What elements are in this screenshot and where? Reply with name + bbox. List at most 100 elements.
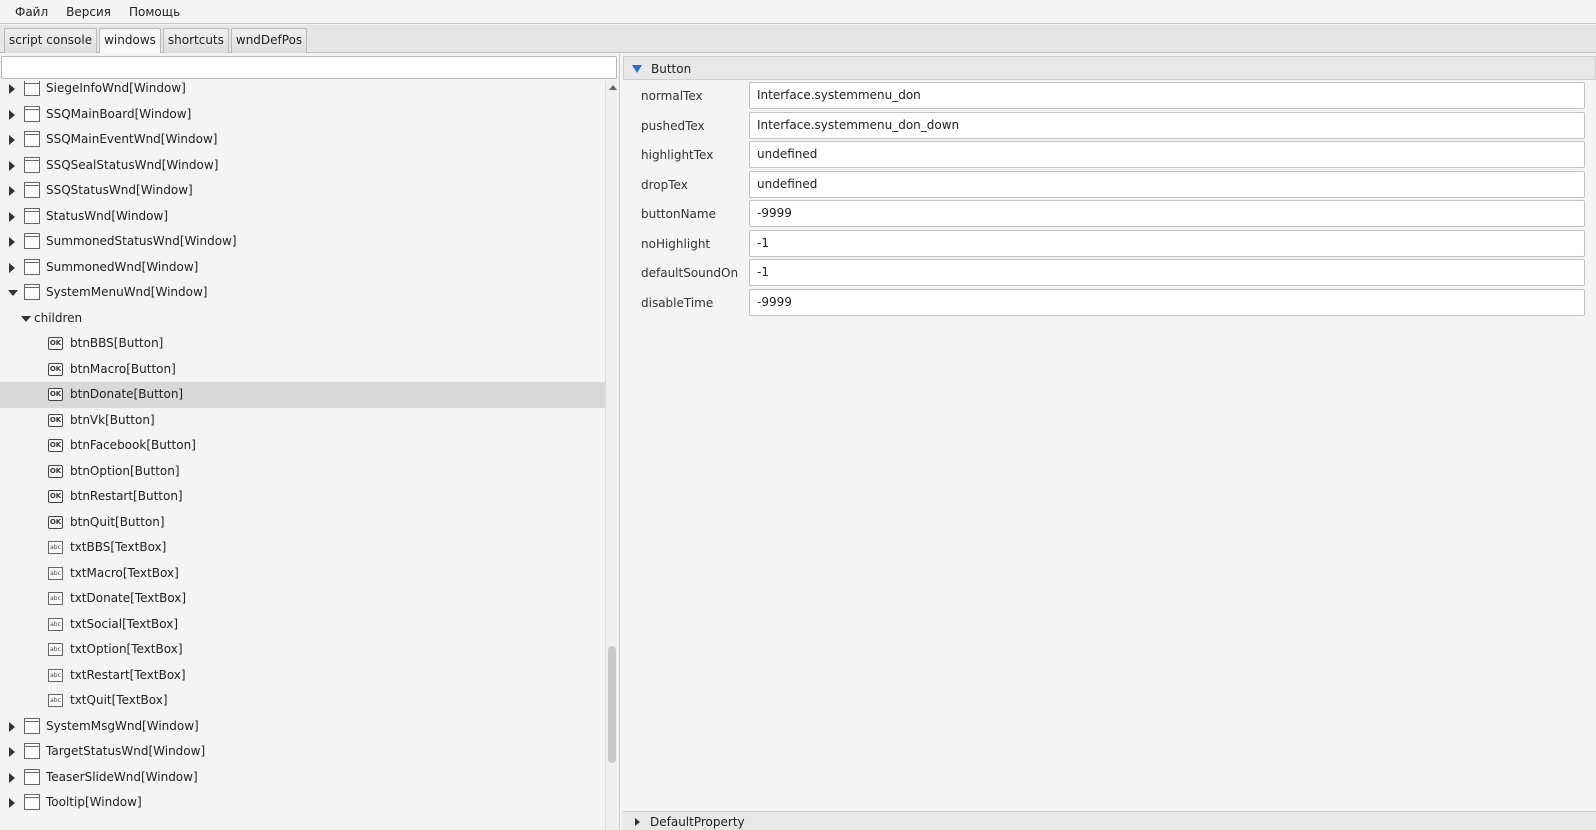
tree-row[interactable]: abc txtDonate[TextBox] xyxy=(0,586,605,612)
expanded-arrow-icon[interactable] xyxy=(8,290,18,296)
textbox-icon: abc xyxy=(48,694,63,707)
tree-item-label: TeaserSlideWnd[Window] xyxy=(46,769,198,784)
collapsed-arrow-icon[interactable] xyxy=(9,186,15,196)
tree-row[interactable]: SummonedStatusWnd[Window] xyxy=(0,229,605,255)
tab-bar: script console windows shortcuts wndDefPos xyxy=(0,25,1596,53)
tree-row[interactable]: SSQMainEventWnd[Window] xyxy=(0,127,605,153)
tree-row[interactable]: SystemMenuWnd[Window] xyxy=(0,280,605,306)
tree-row[interactable]: abc txtMacro[TextBox] xyxy=(0,561,605,587)
collapsed-arrow-icon[interactable] xyxy=(9,135,15,145)
collapsed-arrow-icon[interactable] xyxy=(9,798,15,808)
collapsed-arrow-icon[interactable] xyxy=(9,160,15,171)
search-input[interactable] xyxy=(1,56,617,79)
tab-windows[interactable]: windows xyxy=(99,28,161,53)
property-value-field[interactable]: -9999 xyxy=(749,200,1585,227)
tree-item-label: SSQMainBoard[Window] xyxy=(46,106,192,121)
tree-row[interactable]: Tooltip[Window] xyxy=(0,790,605,816)
property-label: disableTime xyxy=(641,295,714,310)
tree-row[interactable]: abc txtRestart[TextBox] xyxy=(0,663,605,689)
tree-item-label: btnMacro[Button] xyxy=(70,361,176,376)
property-row: noHighlight -1 xyxy=(623,229,1596,258)
property-label: highlightTex xyxy=(641,148,714,162)
expanded-arrow-icon[interactable] xyxy=(21,315,31,322)
tree-row[interactable]: TeaserSlideWnd[Window] xyxy=(0,765,605,791)
tree-row[interactable]: SSQMainBoard[Window] xyxy=(0,102,605,128)
tree-row[interactable]: OK btnRestart[Button] xyxy=(0,484,605,510)
property-value-field[interactable]: Interface.systemmenu_don_down xyxy=(749,111,1585,139)
window-icon xyxy=(24,284,40,300)
tree-item-label: SystemMenuWnd[Window] xyxy=(46,285,208,299)
tree-row[interactable]: abc txtOption[TextBox] xyxy=(0,637,605,663)
collapsed-arrow-icon[interactable] xyxy=(9,772,15,783)
property-value-field[interactable]: -1 xyxy=(749,259,1585,286)
tab-wnddefpos[interactable]: wndDefPos xyxy=(230,28,308,53)
button-section-header[interactable]: Button xyxy=(623,56,1596,80)
collapsed-arrow-icon[interactable] xyxy=(9,721,15,732)
tree-item-label: txtRestart[TextBox] xyxy=(70,667,186,682)
tree-row[interactable]: SiegeInfoWnd[Window] xyxy=(0,81,605,102)
tree-row[interactable]: OK btnMacro[Button] xyxy=(0,357,605,383)
tree-row[interactable]: TargetStatusWnd[Window] xyxy=(0,739,605,765)
collapsed-arrow-icon[interactable] xyxy=(9,262,15,273)
tree-row[interactable]: OK btnFacebook[Button] xyxy=(0,433,605,459)
menu-item-2[interactable]: Помощь xyxy=(120,0,189,24)
tree-scrollbar[interactable] xyxy=(605,81,617,830)
collapsed-arrow-icon[interactable] xyxy=(9,211,15,222)
tab-shortcuts[interactable]: shortcuts xyxy=(162,28,229,53)
tree-row[interactable]: OK btnBBS[Button] xyxy=(0,331,605,357)
tree-item-label: SSQMainEventWnd[Window] xyxy=(46,132,218,146)
menu-item-1[interactable]: Версия xyxy=(57,0,120,24)
tree-row[interactable]: SSQSealStatusWnd[Window] xyxy=(0,153,605,179)
collapsed-arrow-icon[interactable] xyxy=(9,84,15,94)
window-icon xyxy=(24,794,40,810)
collapsed-arrow-icon[interactable] xyxy=(9,747,15,757)
tree-row[interactable]: OK btnQuit[Button] xyxy=(0,510,605,536)
button-icon: OK xyxy=(48,464,63,478)
button-icon: OK xyxy=(48,515,63,529)
tree-row[interactable]: OK btnOption[Button] xyxy=(0,459,605,485)
tree-row[interactable]: children xyxy=(0,306,605,332)
property-value-field[interactable]: -9999 xyxy=(749,288,1585,316)
tree-row[interactable]: OK btnDonate[Button] xyxy=(0,382,605,408)
expand-triangle-icon[interactable] xyxy=(632,65,642,73)
property-value-field[interactable]: Interface.systemmenu_don xyxy=(749,82,1585,109)
button-icon: OK xyxy=(48,362,63,376)
button-icon: OK xyxy=(48,388,63,401)
menu-item-0[interactable]: Файл xyxy=(6,0,57,24)
window-icon xyxy=(24,156,40,173)
tree-row[interactable]: OK btnVk[Button] xyxy=(0,408,605,434)
tab-script-console[interactable]: script console xyxy=(4,28,98,53)
tree-row[interactable]: SystemMsgWnd[Window] xyxy=(0,714,605,740)
window-icon xyxy=(24,717,40,734)
property-label: defaultSoundOn xyxy=(641,266,739,280)
tree-row[interactable]: SummonedWnd[Window] xyxy=(0,255,605,281)
tree-item-label: SSQSealStatusWnd[Window] xyxy=(46,157,219,172)
scroll-thumb[interactable] xyxy=(608,646,616,763)
window-icon xyxy=(24,233,40,249)
collapse-triangle-icon[interactable] xyxy=(635,818,640,826)
window-icon xyxy=(24,768,40,785)
tree-row[interactable]: abc txtSocial[TextBox] xyxy=(0,612,605,638)
tree-row[interactable]: StatusWnd[Window] xyxy=(0,204,605,230)
default-property-header[interactable]: DefaultProperty xyxy=(623,811,1596,830)
property-row: pushedTex Interface.systemmenu_don_down xyxy=(623,111,1596,140)
tree-row[interactable]: abc txtQuit[TextBox] xyxy=(0,688,605,714)
textbox-icon: abc xyxy=(48,617,63,631)
property-label: pushedTex xyxy=(641,118,705,133)
tree-item-label: btnVk[Button] xyxy=(70,412,155,427)
collapsed-arrow-icon[interactable] xyxy=(9,109,15,120)
collapsed-arrow-icon[interactable] xyxy=(9,237,15,247)
property-value-field[interactable]: undefined xyxy=(749,141,1585,168)
tree-item-label: SiegeInfoWnd[Window] xyxy=(46,81,186,95)
tree-item-label: SystemMsgWnd[Window] xyxy=(46,718,199,733)
property-row: buttonName -9999 xyxy=(623,200,1596,228)
tree-item-label: txtMacro[TextBox] xyxy=(70,565,179,580)
property-value-field[interactable]: undefined xyxy=(749,170,1585,198)
tree-row[interactable]: SSQStatusWnd[Window] xyxy=(0,178,605,204)
property-value-field[interactable]: -1 xyxy=(749,229,1585,257)
tree-item-label: btnOption[Button] xyxy=(70,463,180,478)
scroll-up-icon[interactable] xyxy=(609,85,617,90)
tree-item-label: btnBBS[Button] xyxy=(70,336,164,350)
tree-item-label: Tooltip[Window] xyxy=(46,795,142,809)
tree-row[interactable]: abc txtBBS[TextBox] xyxy=(0,535,605,561)
